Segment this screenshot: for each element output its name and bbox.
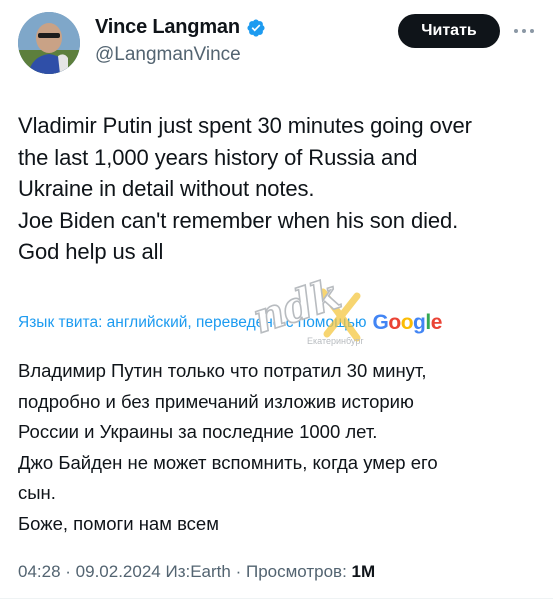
tweet-text: Vladimir Putin just spent 30 minutes goi… — [18, 113, 472, 264]
avatar[interactable] — [18, 12, 80, 74]
watermark: ndk Екатеринбург — [245, 262, 375, 352]
tweet-header: Vince Langman @LangmanVince Читать — [0, 0, 553, 90]
tweet-meta: 04:28 · 09.02.2024 Из:Earth · Просмотров… — [18, 562, 375, 582]
google-logo: Google — [372, 311, 443, 334]
follow-button[interactable]: Читать — [398, 14, 500, 48]
translation-attribution: Язык твита: английский, переведено с пом… — [18, 308, 538, 338]
more-horizontal-icon[interactable] — [510, 22, 538, 40]
translation-label[interactable]: Язык твита: английский, переведено с пом… — [18, 314, 367, 332]
verified-badge-icon — [246, 18, 266, 38]
divider — [0, 598, 553, 599]
views-label: Просмотров: — [245, 562, 352, 581]
tweet-time[interactable]: 04:28 — [18, 562, 61, 581]
name-row: Vince Langman — [95, 16, 266, 39]
views-count: 1M — [351, 562, 376, 581]
tweet-date[interactable]: 09.02.2024 — [76, 562, 161, 581]
translated-text: Владимир Путин только что потратил 30 ми… — [18, 360, 438, 534]
meta-separator: · — [60, 562, 76, 581]
tweet-source: Из:Earth — [165, 562, 231, 581]
meta-separator-3: · — [230, 562, 246, 581]
author-handle[interactable]: @LangmanVince — [95, 44, 241, 66]
author-display-name[interactable]: Vince Langman — [95, 16, 240, 39]
avatar-photo — [18, 12, 80, 74]
